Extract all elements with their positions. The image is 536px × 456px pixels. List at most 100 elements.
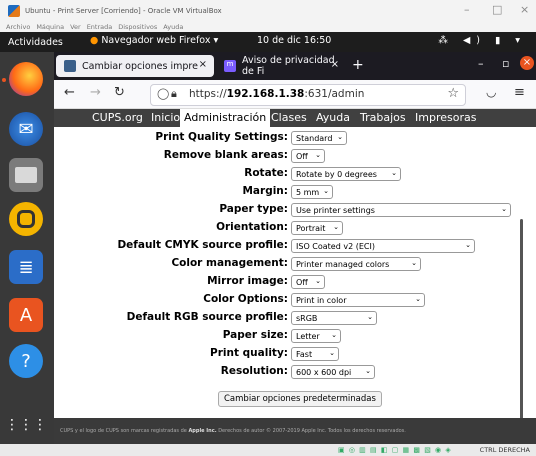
virtualbox-icon — [8, 4, 20, 17]
tab-cups-admin[interactable]: Cambiar opciones impre × — [56, 55, 214, 77]
change-defaults-button[interactable]: Cambiar opciones predeterminadas — [218, 391, 382, 407]
option-row: Default RGB source profile: sRGB ⌄ — [54, 311, 524, 327]
cups-nav-bar: CUPS.org Inicio Administración Clases Ay… — [54, 109, 536, 127]
firefox-window: Cambiar opciones impre × m Aviso de priv… — [54, 52, 536, 444]
tab-label: Cambiar opciones impre — [82, 60, 198, 72]
nav-inicio[interactable]: Inicio — [151, 111, 180, 124]
tab-privacy-notice[interactable]: m Aviso de privacidad de Fi × — [216, 55, 346, 77]
menu-dispositivos[interactable]: Dispositivos — [118, 23, 157, 31]
menu-ayuda[interactable]: Ayuda — [163, 23, 183, 31]
app-menu[interactable]: ● Navegador web Firefox ▾ — [90, 35, 218, 46]
back-arrow-icon[interactable]: ← — [64, 85, 75, 100]
clock[interactable]: 10 de dic 16:50 — [257, 35, 331, 46]
rotate-select[interactable]: Rotate by 0 degrees ⌄ — [291, 167, 401, 181]
ff-minimize-button[interactable]: – — [478, 57, 484, 70]
option-label: Orientation: — [216, 221, 288, 233]
mirror-image-select[interactable]: Off ⌄ — [291, 275, 325, 289]
chevron-down-icon: ⌄ — [333, 223, 339, 231]
option-row: Color management: Printer managed colors… — [54, 257, 524, 273]
color-management-select[interactable]: Printer managed colors ⌄ — [291, 257, 421, 271]
option-row: Print quality: Fast ⌄ — [54, 347, 524, 363]
tab-close-icon[interactable]: × — [199, 59, 207, 70]
menu-archivo[interactable]: Archivo — [6, 23, 30, 31]
firefox-icon[interactable] — [9, 62, 43, 96]
option-row: Mirror image: Off ⌄ — [54, 275, 524, 291]
files-icon[interactable] — [9, 158, 43, 192]
footer-copyright: Derechos de autor © 2007-2019 Apple Inc.… — [216, 428, 406, 434]
forward-arrow-icon[interactable]: → — [90, 85, 101, 100]
chevron-down-icon: ⌄ — [465, 241, 471, 249]
option-row: Remove blank areas: Off ⌄ — [54, 149, 524, 165]
bookmark-star-icon[interactable]: ☆ — [447, 86, 459, 101]
footer-apple-link[interactable]: Apple Inc. — [188, 428, 216, 434]
ff-close-button[interactable]: × — [520, 56, 534, 70]
software-icon[interactable]: A — [9, 298, 43, 332]
option-row: Orientation: Portrait ⌄ — [54, 221, 524, 237]
option-label: Print quality: — [210, 347, 288, 359]
footer-text: CUPS y el logo de CUPS son marcas regist… — [60, 428, 189, 434]
option-label: Default CMYK source profile: — [117, 239, 288, 251]
nav-clases[interactable]: Clases — [271, 111, 307, 124]
menu-hamburger-icon[interactable]: ≡ — [514, 85, 525, 100]
help-icon[interactable]: ? — [9, 344, 43, 378]
margin-select[interactable]: 5 mm ⌄ — [291, 185, 333, 199]
scrollbar[interactable] — [520, 219, 523, 419]
activities-button[interactable]: Actividades — [8, 37, 63, 48]
print-quality-settings-select[interactable]: Standard ⌄ — [291, 131, 347, 145]
nav-cups-org[interactable]: CUPS.org — [92, 111, 143, 124]
url-text[interactable]: https://192.168.1.38:631/admin — [189, 88, 364, 100]
url-bar[interactable]: ◯ 🔒︎ https://192.168.1.38:631/admin ☆ — [150, 84, 466, 106]
pocket-icon[interactable]: ◡ — [486, 85, 496, 99]
minimize-button[interactable]: – — [464, 3, 470, 16]
remove-blank-areas-select[interactable]: Off ⌄ — [291, 149, 325, 163]
option-label: Color management: — [171, 257, 288, 269]
menu-entrada[interactable]: Entrada — [87, 23, 113, 31]
menu-ver[interactable]: Ver — [70, 23, 81, 31]
lock-icon[interactable]: 🔒︎ — [171, 87, 177, 101]
cmyk-profile-select[interactable]: ISO Coated v2 (ECI) ⌄ — [291, 239, 475, 253]
chevron-down-icon: ⌄ — [367, 313, 373, 321]
paper-type-select[interactable]: Use printer settings ⌄ — [291, 203, 511, 217]
vbox-device-icons[interactable]: ▣ ◎ ▥ ▤ ◧ ▢ ▦ ▩ ▧ ◉ ◈ — [338, 446, 452, 454]
print-quality-select[interactable]: Fast ⌄ — [291, 347, 339, 361]
option-row: Resolution: 600 x 600 dpi ⌄ — [54, 365, 524, 381]
chevron-down-icon: ⌄ — [329, 349, 335, 357]
option-row: Rotate: Rotate by 0 degrees ⌄ — [54, 167, 524, 183]
nav-impresoras[interactable]: Impresoras — [415, 111, 476, 124]
system-tray[interactable]: ⁂ ◀) ▮ ▾ — [438, 35, 526, 46]
writer-icon[interactable]: ≣ — [9, 250, 43, 284]
rhythmbox-icon[interactable] — [9, 202, 43, 236]
rgb-profile-select[interactable]: sRGB ⌄ — [291, 311, 377, 325]
new-tab-button[interactable]: + — [352, 57, 364, 73]
ubuntu-dock: ✉ ≣ A ? ⋮⋮⋮ — [0, 52, 54, 444]
chevron-down-icon: ⌄ — [315, 277, 321, 285]
maximize-button[interactable]: □ — [492, 3, 502, 16]
chevron-down-icon: ⌄ — [501, 205, 507, 213]
paper-size-select[interactable]: Letter ⌄ — [291, 329, 341, 343]
nav-trabajos[interactable]: Trabajos — [360, 111, 406, 124]
nav-ayuda[interactable]: Ayuda — [316, 111, 350, 124]
color-options-select[interactable]: Print in color ⌄ — [291, 293, 425, 307]
ff-restore-button[interactable]: ▫ — [502, 57, 509, 70]
menu-maquina[interactable]: Máquina — [36, 23, 64, 31]
chevron-down-icon: ⌄ — [337, 133, 343, 141]
vbox-window-title: Ubuntu - Print Server [Corriendo] - Orac… — [25, 6, 222, 15]
option-row: Margin: 5 mm ⌄ — [54, 185, 524, 201]
app-menu-label: Navegador web Firefox ▾ — [101, 35, 219, 46]
shield-icon[interactable]: ◯ — [157, 87, 169, 100]
option-row: Color Options: Print in color ⌄ — [54, 293, 524, 309]
option-label: Print Quality Settings: — [155, 131, 288, 143]
reload-icon[interactable]: ↻ — [114, 85, 125, 100]
nav-toolbar: ← → ↻ ◯ 🔒︎ https://192.168.1.38:631/admi… — [54, 80, 536, 109]
page-content: CUPS.org Inicio Administración Clases Ay… — [54, 109, 536, 444]
tab-bar: Cambiar opciones impre × m Aviso de priv… — [54, 52, 536, 80]
resolution-select[interactable]: 600 x 600 dpi ⌄ — [291, 365, 375, 379]
option-label: Paper size: — [222, 329, 288, 341]
orientation-select[interactable]: Portrait ⌄ — [291, 221, 343, 235]
close-button[interactable]: × — [520, 3, 529, 16]
show-apps-icon[interactable]: ⋮⋮⋮ — [5, 408, 47, 442]
cups-favicon — [64, 60, 76, 72]
thunderbird-icon[interactable]: ✉ — [9, 112, 43, 146]
tab-close-icon[interactable]: × — [331, 59, 339, 70]
nav-administracion[interactable]: Administración — [180, 109, 271, 127]
